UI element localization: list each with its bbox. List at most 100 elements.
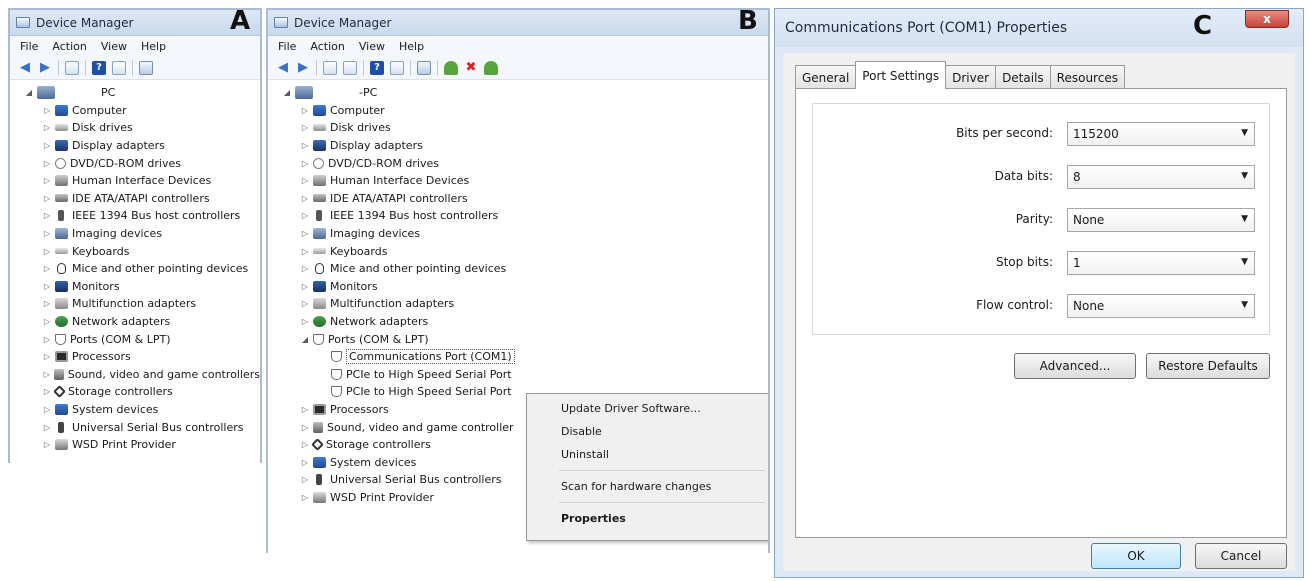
tab-driver[interactable]: Driver	[945, 65, 997, 89]
expand-caret-icon[interactable]: ▷	[300, 423, 310, 432]
setting-dropdown[interactable]: 8 ▼	[1067, 165, 1255, 189]
expand-caret-icon[interactable]: ▷	[42, 264, 52, 273]
tree-category-item[interactable]: ▷ Imaging devices	[10, 225, 260, 243]
back-arrow-icon[interactable]: ◀	[18, 60, 32, 75]
tab-details[interactable]: Details	[995, 65, 1051, 89]
expand-caret-icon[interactable]: ▷	[300, 176, 310, 185]
context-menu-item[interactable]: Disable	[529, 420, 767, 443]
show-hide-console-tree-icon[interactable]	[65, 60, 79, 75]
tree-category-item[interactable]: ▷ Mice and other pointing devices	[10, 260, 260, 278]
menu-action[interactable]: Action	[52, 40, 86, 53]
expand-caret-icon[interactable]: ▷	[300, 106, 310, 115]
menu-view[interactable]: View	[101, 40, 127, 53]
expand-caret-icon[interactable]: ▷	[42, 370, 51, 379]
expand-caret-icon[interactable]: ▷	[42, 352, 52, 361]
tree-category-item[interactable]: ▷ DVD/CD-ROM drives	[268, 154, 768, 172]
expand-caret-icon[interactable]: ▷	[42, 317, 52, 326]
tree-category-item[interactable]: ▷ IEEE 1394 Bus host controllers	[268, 207, 768, 225]
setting-dropdown[interactable]: 115200 ▼	[1067, 122, 1255, 146]
tree-category-item[interactable]: ▷ Monitors	[10, 278, 260, 296]
tree-child-item[interactable]: Communications Port (COM1)	[268, 348, 768, 366]
properties-view-icon[interactable]	[112, 60, 126, 75]
help-icon[interactable]: ?	[92, 60, 106, 75]
tree-category-item[interactable]: ▷ System devices	[10, 401, 260, 419]
expand-caret-icon[interactable]: ▷	[300, 211, 310, 220]
expand-caret-icon[interactable]: ▷	[42, 335, 52, 344]
expand-caret-icon[interactable]: ▷	[300, 159, 310, 168]
expand-caret-icon[interactable]: ▷	[300, 229, 310, 238]
collapse-caret-icon[interactable]: ◢	[24, 88, 34, 97]
expand-caret-icon[interactable]: ▷	[42, 159, 52, 168]
expand-caret-icon[interactable]: ▷	[300, 194, 310, 203]
tree-category-item[interactable]: ▷ Storage controllers	[10, 383, 260, 401]
collapse-caret-icon[interactable]: ◢	[282, 88, 292, 97]
tree-child-item[interactable]: PCIe to High Speed Serial Port	[268, 366, 768, 384]
menu-action[interactable]: Action	[310, 40, 344, 53]
forward-arrow-icon[interactable]: ▶	[38, 60, 52, 75]
menu-file[interactable]: File	[20, 40, 38, 53]
restore-defaults-button[interactable]: Restore Defaults	[1146, 353, 1270, 379]
context-menu-item[interactable]: Update Driver Software...	[529, 397, 767, 420]
expand-caret-icon[interactable]: ▷	[300, 493, 310, 502]
uninstall-device-icon[interactable]: ✖	[464, 60, 478, 75]
context-menu-item[interactable]: Uninstall	[529, 443, 767, 466]
expand-caret-icon[interactable]: ▷	[42, 176, 52, 185]
tree-category-item[interactable]: ▷ Human Interface Devices	[268, 172, 768, 190]
tree-category-item[interactable]: ▷ Network adapters	[10, 313, 260, 331]
properties-view-icon[interactable]	[390, 60, 404, 75]
context-menu-item[interactable]: Scan for hardware changes	[529, 475, 767, 498]
tree-category-item[interactable]: ▷ Keyboards	[268, 242, 768, 260]
tree-category-item[interactable]: ▷ Multifunction adapters	[10, 295, 260, 313]
expand-caret-icon[interactable]: ▷	[42, 440, 52, 449]
expand-caret-icon[interactable]: ▷	[42, 141, 52, 150]
tree-category-item[interactable]: ▷ IDE ATA/ATAPI controllers	[268, 190, 768, 208]
expand-caret-icon[interactable]: ▷	[300, 141, 310, 150]
close-button[interactable]: x	[1245, 10, 1289, 28]
expand-caret-icon[interactable]: ▷	[42, 123, 52, 132]
tree-category-item[interactable]: ▷ WSD Print Provider	[10, 436, 260, 454]
setting-dropdown[interactable]: None ▼	[1067, 208, 1255, 232]
setting-dropdown[interactable]: None ▼	[1067, 294, 1255, 318]
tree-root-pc[interactable]: ◢ PC	[10, 84, 260, 102]
tree-category-item[interactable]: ▷ Monitors	[268, 278, 768, 296]
expand-caret-icon[interactable]: ▷	[300, 282, 310, 291]
expand-caret-icon[interactable]: ▷	[42, 211, 52, 220]
expand-caret-icon[interactable]: ▷	[42, 194, 52, 203]
expand-caret-icon[interactable]: ▷	[300, 475, 310, 484]
tree-category-item[interactable]: ▷ Display adapters	[268, 137, 768, 155]
enable-device-icon[interactable]	[484, 60, 498, 75]
tree-category-item[interactable]: ▷ IDE ATA/ATAPI controllers	[10, 190, 260, 208]
expand-caret-icon[interactable]: ▷	[300, 299, 310, 308]
tree-category-item[interactable]: ▷ Display adapters	[10, 137, 260, 155]
show-hide-console-tree-icon[interactable]	[323, 60, 337, 75]
expand-caret-icon[interactable]: ▷	[300, 405, 310, 414]
scan-hardware-icon[interactable]	[139, 60, 153, 75]
expand-caret-icon[interactable]: ▷	[42, 229, 52, 238]
tree-category-item[interactable]: ▷ Keyboards	[10, 242, 260, 260]
tree-category-item[interactable]: ▷ Network adapters	[268, 313, 768, 331]
forward-arrow-icon[interactable]: ▶	[296, 60, 310, 75]
tree-category-item[interactable]: ▷ Disk drives	[10, 119, 260, 137]
tree-category-item[interactable]: ▷ DVD/CD-ROM drives	[10, 154, 260, 172]
expand-caret-icon[interactable]: ▷	[300, 247, 310, 256]
menu-help[interactable]: Help	[141, 40, 166, 53]
setting-dropdown[interactable]: 1 ▼	[1067, 251, 1255, 275]
expand-caret-icon[interactable]: ▷	[300, 317, 310, 326]
up-one-level-icon[interactable]	[343, 60, 357, 75]
expand-caret-icon[interactable]: ▷	[300, 458, 310, 467]
expand-caret-icon[interactable]: ▷	[42, 282, 52, 291]
context-menu-item[interactable]: Properties	[529, 507, 767, 530]
expand-caret-icon[interactable]: ▷	[42, 299, 52, 308]
cancel-button[interactable]: Cancel	[1195, 543, 1287, 569]
tree-category-item[interactable]: ▷ IEEE 1394 Bus host controllers	[10, 207, 260, 225]
tree-root-pc[interactable]: ◢ -PC	[268, 84, 768, 102]
ok-button[interactable]: OK	[1091, 543, 1181, 569]
tree-category-item[interactable]: ▷ Mice and other pointing devices	[268, 260, 768, 278]
expand-caret-icon[interactable]: ▷	[300, 123, 310, 132]
tree-category-item[interactable]: ▷ Ports (COM & LPT)	[10, 330, 260, 348]
update-driver-icon[interactable]	[444, 60, 458, 75]
tree-category-item[interactable]: ▷ Processors	[10, 348, 260, 366]
tree-category-item[interactable]: ▷ Computer	[268, 102, 768, 120]
expand-caret-icon[interactable]: ▷	[42, 247, 52, 256]
help-icon[interactable]: ?	[370, 60, 384, 75]
